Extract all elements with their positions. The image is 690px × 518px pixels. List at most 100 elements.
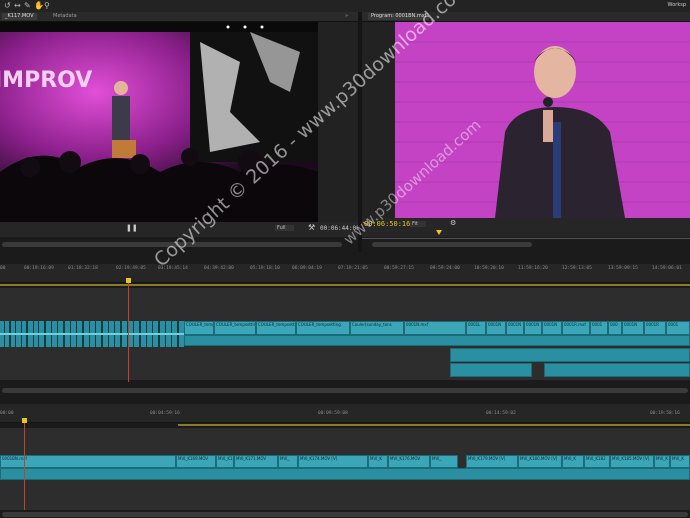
tab-source[interactable]: _K117.MOV bbox=[2, 13, 37, 20]
lower-empty-track bbox=[0, 428, 690, 455]
zoom-icon[interactable]: ⚲ bbox=[44, 1, 50, 11]
program-video-frame bbox=[395, 22, 690, 218]
ruler-tick: 07:19:21:05 bbox=[338, 266, 368, 271]
tab-metadata[interactable]: Metadata bbox=[50, 13, 80, 20]
ruler-tick: 04:39:42:00 bbox=[204, 266, 234, 271]
clip[interactable]: 0001R.mxf bbox=[562, 321, 590, 335]
audio-clip[interactable] bbox=[544, 363, 690, 377]
workspace-label[interactable]: Worksp bbox=[668, 2, 686, 8]
clip-label: 0001BN.mxf bbox=[2, 456, 27, 461]
upper-playhead[interactable] bbox=[128, 282, 129, 382]
clip[interactable]: MVI_K bbox=[562, 455, 584, 468]
clip[interactable]: MVI_K185.MOV [V] bbox=[610, 455, 654, 468]
upper-timeline-scrollbar[interactable] bbox=[2, 388, 688, 393]
clip[interactable]: 0001 bbox=[666, 321, 690, 335]
clip[interactable]: MVI_K bbox=[368, 455, 388, 468]
clip-label: MVI_K bbox=[370, 456, 382, 461]
audio-clip[interactable] bbox=[450, 348, 690, 362]
source-monitor-tabbar: _K117.MOV Metadata » bbox=[0, 12, 358, 22]
clip-label: Couler(sunday_tons bbox=[352, 322, 392, 327]
ruler-tick: 11:59:16:20 bbox=[518, 266, 548, 271]
clip[interactable]: COULER_tempsetting bbox=[184, 321, 214, 335]
lower-timeline-ruler[interactable]: 00:00 00:04:59:16 00:09:59:08 00:14:59:0… bbox=[0, 404, 690, 423]
panel-menu-button[interactable]: » bbox=[342, 13, 351, 20]
pen-icon[interactable]: ✎ bbox=[24, 1, 31, 11]
wrench-icon[interactable]: ⚒ bbox=[308, 223, 315, 232]
clip[interactable]: MVI_K bbox=[654, 455, 670, 468]
clip-label: MVI_K182 bbox=[586, 456, 606, 461]
clip-label: 0001N bbox=[488, 322, 502, 327]
lower-timeline-scrollbar[interactable] bbox=[2, 512, 688, 517]
svg-text:IMPROV: IMPROV bbox=[0, 68, 92, 93]
clip-label: 0001 bbox=[592, 322, 603, 327]
clip[interactable]: 0001N bbox=[622, 321, 644, 335]
clip-label: 0001R bbox=[646, 322, 659, 327]
work-area-bar[interactable] bbox=[0, 284, 690, 286]
clip-label: MVI_K1 bbox=[218, 456, 233, 461]
clip[interactable]: 0001N bbox=[486, 321, 506, 335]
clip[interactable]: 000 bbox=[608, 321, 622, 335]
clip[interactable]: 0001L bbox=[466, 321, 486, 335]
clip[interactable]: MVI_K180.MOV [V] bbox=[518, 455, 562, 468]
clip[interactable]: MVI_K176.MOV bbox=[388, 455, 430, 468]
ruler-tick: 00:09:59:08 bbox=[318, 411, 348, 416]
ruler-tick: 00:14:59:02 bbox=[486, 411, 516, 416]
undo-icon[interactable]: ↺ bbox=[4, 1, 11, 11]
ruler-tick: 08:59:27:15 bbox=[384, 266, 414, 271]
pause-icon[interactable]: ❚❚ bbox=[126, 224, 138, 232]
clip[interactable]: MVI_K174.MOV [V] bbox=[298, 455, 368, 468]
clip-label: MVI_K180.MOV [V] bbox=[520, 456, 558, 461]
clip[interactable]: 0001BN.mxf bbox=[0, 455, 176, 468]
clip[interactable]: MVI_K169.MOV bbox=[176, 455, 216, 468]
ruler-tick: 02:19:49:05 bbox=[116, 266, 146, 271]
clip[interactable]: 0001R bbox=[644, 321, 666, 335]
lower-work-area-bar[interactable] bbox=[178, 424, 690, 426]
upper-playhead-handle[interactable] bbox=[126, 278, 131, 283]
program-fit-select[interactable]: Fit bbox=[410, 221, 426, 227]
lower-playhead-handle[interactable] bbox=[22, 418, 27, 423]
clip[interactable]: MVI_K1 bbox=[216, 455, 234, 468]
clip-lower-band[interactable] bbox=[184, 335, 690, 346]
clip-label: COULER_tempsettings2 bbox=[258, 322, 295, 327]
clip[interactable]: 0001N bbox=[506, 321, 524, 335]
ruler-tick: 00:19:58:16 bbox=[650, 411, 680, 416]
clip[interactable]: MVI_ bbox=[278, 455, 298, 468]
settings-icon[interactable]: ⚙ bbox=[450, 219, 456, 227]
clip[interactable]: MVI_K bbox=[670, 455, 690, 468]
arrow-icon[interactable]: ↔ bbox=[14, 1, 21, 11]
clip[interactable]: 0001N.mxf bbox=[404, 321, 466, 335]
lower-audio-band[interactable] bbox=[0, 468, 690, 480]
upper-audio-track[interactable] bbox=[450, 348, 690, 381]
clip[interactable]: MVI_K179.MOV [V] bbox=[466, 455, 518, 468]
clip[interactable]: MVI_K171.MOV bbox=[234, 455, 278, 468]
program-playhead-marker[interactable] bbox=[436, 230, 442, 235]
clip-label: COULER_tempsetting bbox=[216, 322, 256, 327]
lower-playhead[interactable] bbox=[24, 422, 25, 510]
program-scrub-bar[interactable] bbox=[362, 238, 690, 239]
clip-label: 0001R.mxf bbox=[564, 322, 586, 327]
clip[interactable]: 0001N bbox=[524, 321, 542, 335]
clip[interactable]: MVI_ bbox=[430, 455, 458, 468]
upper-video-track[interactable]: COULER_tempsetting COULER_tempsetting CO… bbox=[0, 320, 690, 349]
hand-icon[interactable]: ✋ bbox=[34, 1, 44, 11]
upper-timeline-ruler[interactable]: 00 00:19:16:09 01:18:32:18 02:19:49:05 0… bbox=[0, 264, 690, 283]
program-scrollbar[interactable] bbox=[372, 242, 532, 247]
clip[interactable]: Couler(sunday_tons bbox=[350, 321, 404, 335]
clip-label: 0001N bbox=[526, 322, 540, 327]
clip-label: 0001N bbox=[508, 322, 522, 327]
clip[interactable]: 0001N bbox=[542, 321, 562, 335]
clip[interactable]: COULER_tempsetting bbox=[296, 321, 350, 335]
clip[interactable]: COULER_tempsettings2 bbox=[256, 321, 296, 335]
audio-clip[interactable] bbox=[450, 363, 532, 377]
ruler-tick: 06:09:04:19 bbox=[292, 266, 322, 271]
dense-clip-strip[interactable] bbox=[0, 321, 184, 347]
clip[interactable]: COULER_tempsetting bbox=[214, 321, 256, 335]
clip[interactable]: MVI_K182 bbox=[584, 455, 610, 468]
source-fit-select[interactable]: Full bbox=[275, 225, 294, 231]
clip[interactable]: 0001 bbox=[590, 321, 608, 335]
lower-video-track[interactable]: 0001BN.mxf MVI_K169.MOV MVI_K1 MVI_K171.… bbox=[0, 454, 690, 485]
clip-label: MVI_K bbox=[656, 456, 668, 461]
clip-label: COULER_tempsetting bbox=[298, 322, 341, 327]
ruler-tick: 14:59:06:01 bbox=[652, 266, 682, 271]
ruler-tick: 13:59:09:15 bbox=[608, 266, 638, 271]
